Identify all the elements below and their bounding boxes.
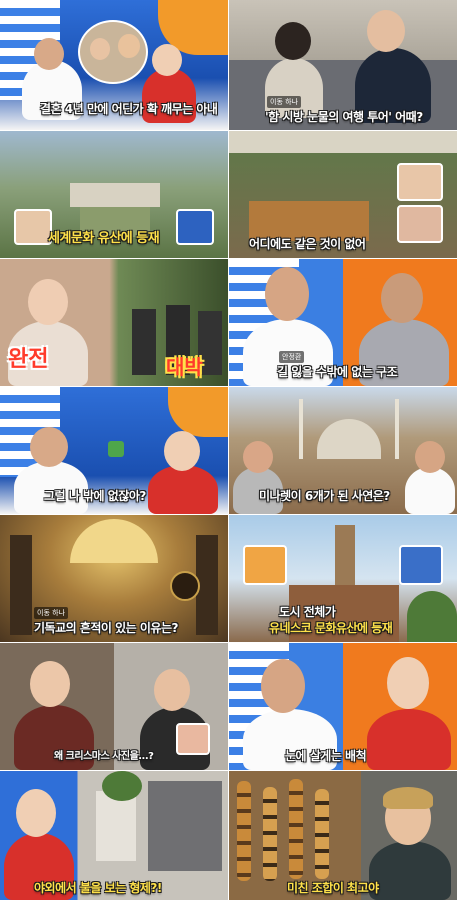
tile5-caption-a: 완전: [8, 347, 49, 372]
skewer-2: [263, 787, 277, 881]
tile-two-men: 안정환 길 잃을 수밖에 없는 구조: [229, 259, 457, 386]
dome: [70, 519, 158, 563]
tile-mosque: 미나렛이 6개가 된 사연은?: [229, 387, 457, 514]
palace-building: [70, 183, 160, 207]
tile6-caption: 길 잃을 수밖에 없는 구조: [277, 365, 398, 379]
tile13-caption: 야외에서 불을 보는 형제?!: [34, 881, 162, 895]
tile11-caption: 왜 크리스마스 사진을...?: [54, 751, 154, 762]
guest-inset-left: [243, 545, 287, 585]
reaction-inset: [176, 723, 210, 755]
gravestone-1: [132, 309, 156, 375]
woman-figure: [148, 465, 218, 514]
market-canopy: [229, 131, 457, 153]
green-card: [108, 441, 124, 457]
tile-studio-couple: 결혼 4년 만에 어딘가 확 깨무는 아내: [0, 0, 228, 130]
tile-reaction-city: 야외에서 불을 보는 형제?!: [0, 771, 228, 900]
tile1-caption: 결혼 4년 만에 어딘가 확 깨무는 아내: [40, 102, 218, 116]
woman-figure: [367, 709, 451, 770]
man-right: [405, 467, 455, 514]
studio-orange-shape: [168, 387, 228, 437]
tile10-caption-1: 도시 전체가: [279, 605, 336, 619]
tile-street-photo: 왜 크리스마스 사진을...?: [0, 643, 228, 770]
couple-inset: [78, 20, 148, 84]
tile2-caption: '함 시방 눈물의 여행 투어' 어때?: [265, 110, 423, 124]
building-grey: [148, 781, 222, 871]
medallion: [170, 571, 200, 601]
tile8-caption: 미나렛이 6개가 된 사연은?: [259, 489, 390, 503]
tile-surprise: 완전 대박: [0, 259, 228, 386]
tile2-speaker: 이동 하나: [267, 96, 301, 108]
guest-inset-top: [397, 163, 443, 201]
minaret-2: [395, 399, 399, 459]
skewer-3: [289, 779, 303, 879]
tree: [407, 591, 457, 642]
tile-market: 어디에도 같은 것이 없어: [229, 131, 457, 258]
tile14-caption: 미친 조합이 최고야: [287, 881, 379, 895]
guest-inset-bottom: [397, 205, 443, 243]
guest-inset-left: [14, 209, 52, 245]
tile7-caption: 그럴 나 밖에 없잖아?: [44, 489, 146, 503]
tile-belfry: 도시 전체가 유네스코 문화유산에 등재: [229, 515, 457, 642]
building-white: [96, 791, 136, 861]
tile-hagia-sophia: 이동 하나 기독교의 흔적이 있는 이유는?: [0, 515, 228, 642]
guest-inset-right: [399, 545, 443, 585]
tile-studio-pair: 그럴 나 밖에 없잖아?: [0, 387, 228, 514]
collage-grid: 결혼 4년 만에 어딘가 확 깨무는 아내 이동 하나 '함 시방 눈물의 여행…: [0, 0, 457, 900]
skewer-1: [237, 781, 251, 881]
skewer-4: [315, 789, 329, 879]
tile-couple-sofa: 이동 하나 '함 시방 눈물의 여행 투어' 어때?: [229, 0, 457, 130]
pillar-left: [10, 535, 32, 635]
tile12-caption: 눈에 살게는 배척: [285, 749, 367, 763]
tile-studio-laugh: 눈에 살게는 배척: [229, 643, 457, 770]
tile3-caption: 세계문화 유산에 등재: [48, 231, 160, 246]
minaret-1: [299, 399, 303, 459]
tile9-caption: 기독교의 흔적이 있는 이유는?: [34, 621, 178, 635]
tile-palace-aerial: 세계문화 유산에 등재: [0, 131, 228, 258]
tree: [102, 771, 142, 801]
guest-inset-right: [176, 209, 214, 245]
mosque-dome: [317, 419, 381, 459]
tile5-caption-b: 대박: [166, 355, 203, 379]
tile10-caption-2: 유네스코 문화유산에 등재: [269, 621, 393, 635]
tile-food: 미친 조합이 최고야: [229, 771, 457, 900]
tile6-speaker: 안정환: [279, 351, 305, 363]
tile4-caption: 어디에도 같은 것이 없어: [249, 237, 366, 251]
boy-figure: [369, 841, 451, 900]
tile9-speaker: 이동 하나: [34, 607, 68, 619]
